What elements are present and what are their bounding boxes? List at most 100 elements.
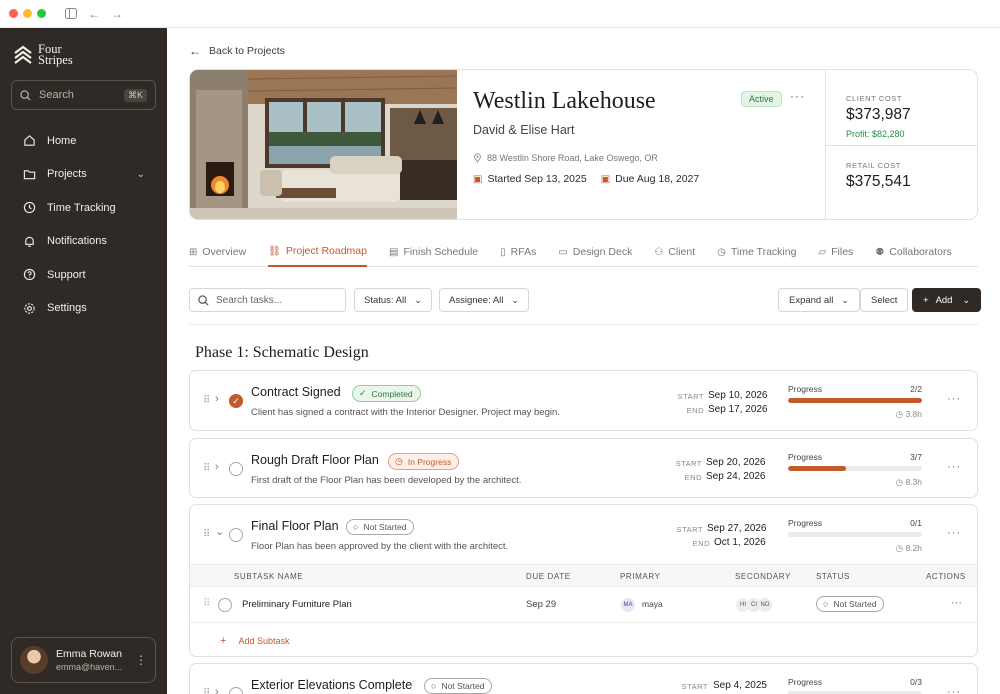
task-checkbox[interactable] bbox=[229, 462, 243, 476]
search-label: Search bbox=[39, 89, 74, 101]
task-name: Rough Draft Floor Plan bbox=[251, 453, 379, 467]
chevron-down-icon[interactable]: ⌄ bbox=[215, 525, 224, 538]
calendar-icon: ▣ bbox=[473, 173, 483, 185]
start-label: START bbox=[675, 459, 702, 468]
tab-files[interactable]: ▱ Files bbox=[818, 237, 853, 267]
drag-handle-icon[interactable]: ⠿ bbox=[203, 463, 210, 474]
expand-all-button[interactable]: Expand all ⌄ bbox=[778, 288, 860, 312]
sidebar-toggle-icon[interactable] bbox=[65, 8, 77, 19]
task-row[interactable]: ⠿ › Rough Draft Floor Plan ◷ In Progress … bbox=[190, 439, 977, 497]
more-options-icon[interactable]: ··· bbox=[947, 686, 961, 694]
sidebar-search[interactable]: Search ⌘K bbox=[11, 80, 156, 110]
roadmap-icon: ⛓ bbox=[268, 245, 281, 257]
calendar-icon: ▣ bbox=[600, 173, 611, 185]
close-window-button[interactable] bbox=[9, 9, 18, 18]
minimize-window-button[interactable] bbox=[23, 9, 32, 18]
add-button[interactable]: + Add ⌄ bbox=[912, 288, 982, 312]
circle-icon: ○ bbox=[353, 522, 359, 532]
status-filter-dropdown[interactable]: Status: All ⌄ bbox=[354, 288, 432, 312]
subtask-row[interactable]: ⠿ Preliminary Furniture Plan Sep 29 MA m… bbox=[190, 586, 977, 622]
back-arrow-icon[interactable]: ← bbox=[88, 7, 100, 21]
users-icon: ⚉ bbox=[875, 246, 885, 258]
sidebar-item-projects[interactable]: Projects ⌄ bbox=[0, 158, 167, 192]
search-shortcut: ⌘K bbox=[123, 88, 147, 102]
sidebar: Four Stripes Search ⌘K Home Projects ⌄ T… bbox=[0, 28, 167, 694]
progress-count: 0/1 bbox=[910, 518, 922, 528]
tab-rfas[interactable]: ▯ RFAs bbox=[500, 237, 536, 267]
chevron-right-icon[interactable]: › bbox=[215, 393, 219, 405]
task-checkbox[interactable] bbox=[229, 528, 243, 542]
status-badge: Active bbox=[741, 91, 782, 107]
sidebar-item-settings[interactable]: Settings bbox=[0, 292, 167, 326]
chevron-right-icon[interactable]: › bbox=[215, 686, 219, 694]
logo[interactable]: Four Stripes bbox=[13, 42, 73, 67]
sidebar-item-time-tracking[interactable]: Time Tracking bbox=[0, 191, 167, 225]
column-header-subtask-name: SUBTASK NAME bbox=[234, 572, 304, 581]
more-options-icon[interactable]: ··· bbox=[947, 461, 961, 473]
more-options-icon[interactable]: ··· bbox=[947, 527, 961, 539]
task-checkbox[interactable] bbox=[229, 687, 243, 694]
monitor-icon: ▭ bbox=[558, 246, 568, 258]
tab-collaborators[interactable]: ⚉ Collaborators bbox=[875, 237, 951, 267]
home-icon bbox=[22, 134, 36, 148]
more-options-icon[interactable]: ··· bbox=[790, 89, 805, 103]
more-options-icon[interactable]: ··· bbox=[951, 597, 962, 609]
chevron-right-icon[interactable]: › bbox=[215, 461, 219, 473]
clock-icon: ◷ bbox=[717, 246, 726, 258]
status-badge[interactable]: ○ Not Started bbox=[816, 596, 885, 612]
task-card: ⠿ › ✓ Contract Signed ✓ Completed Client … bbox=[189, 370, 978, 431]
progress-bar bbox=[788, 532, 922, 537]
task-row[interactable]: ⠿ › ✓ Contract Signed ✓ Completed Client … bbox=[190, 371, 977, 430]
progress-count: 3/7 bbox=[910, 452, 922, 462]
tab-overview[interactable]: ⊞ Overview bbox=[189, 237, 246, 267]
clock-icon bbox=[22, 201, 36, 215]
start-date: Sep 4, 2025 bbox=[713, 680, 767, 691]
sidebar-item-support[interactable]: Support bbox=[0, 258, 167, 292]
drag-handle-icon[interactable]: ⠿ bbox=[203, 688, 210, 694]
task-row[interactable]: ⠿ › Exterior Elevations Complete ○ Not St… bbox=[190, 664, 977, 694]
grid-icon: ⊞ bbox=[189, 246, 198, 258]
task-search-input[interactable]: Search tasks... bbox=[189, 288, 346, 312]
task-description: First draft of the Floor Plan has been d… bbox=[251, 475, 522, 486]
forward-arrow-icon[interactable]: → bbox=[111, 7, 123, 21]
task-card: ⠿ › Exterior Elevations Complete ○ Not St… bbox=[189, 663, 978, 694]
drag-handle-icon[interactable]: ⠿ bbox=[203, 529, 210, 540]
tab-client[interactable]: ⚇ Client bbox=[654, 237, 695, 267]
chevron-down-icon[interactable]: ⌄ bbox=[137, 169, 145, 180]
tab-design-deck[interactable]: ▭ Design Deck bbox=[558, 237, 632, 267]
select-button[interactable]: Select bbox=[860, 288, 909, 312]
tab-project-roadmap[interactable]: ⛓ Project Roadmap bbox=[268, 237, 367, 267]
arrow-left-icon: ← bbox=[189, 44, 201, 58]
folder-icon: ▱ bbox=[818, 246, 827, 258]
subtask-due-date: Sep 29 bbox=[526, 599, 557, 610]
more-options-icon[interactable]: ··· bbox=[947, 393, 961, 405]
task-card: ⠿ › Rough Draft Floor Plan ◷ In Progress … bbox=[189, 438, 978, 498]
sidebar-item-notifications[interactable]: Notifications bbox=[0, 225, 167, 259]
project-address: 88 Westlin Shore Road, Lake Oswego, OR bbox=[473, 153, 658, 163]
user-name: Emma Rowan bbox=[56, 648, 122, 660]
user-card[interactable]: Emma Rowan emma@haven... ⋮ bbox=[11, 637, 156, 683]
task-row[interactable]: ⠿ ⌄ Final Floor Plan ○ Not Started Floor … bbox=[190, 505, 977, 564]
more-vertical-icon[interactable]: ⋮ bbox=[135, 653, 147, 667]
tab-finish-schedule[interactable]: ▤ Finish Schedule bbox=[389, 237, 478, 267]
check-icon: ✓ bbox=[232, 395, 240, 406]
tab-time-tracking[interactable]: ◷ Time Tracking bbox=[717, 237, 796, 267]
logo-text: Four Stripes bbox=[38, 42, 73, 67]
project-dates: ▣ Started Sep 13, 2025 ▣ Due Aug 18, 202… bbox=[473, 173, 699, 185]
project-due-date: Due Aug 18, 2027 bbox=[615, 173, 700, 185]
check-circle-icon: ✓ bbox=[359, 388, 367, 398]
assignee-filter-dropdown[interactable]: Assignee: All ⌄ bbox=[439, 288, 529, 312]
progress-fill bbox=[788, 466, 846, 471]
start-date: Sep 27, 2026 bbox=[707, 523, 767, 534]
add-subtask-row: + Add Subtask bbox=[190, 622, 977, 655]
end-label: END bbox=[686, 406, 704, 415]
add-subtask-button[interactable]: + Add Subtask bbox=[220, 635, 289, 647]
back-to-projects-link[interactable]: ← Back to Projects bbox=[189, 44, 285, 58]
drag-handle-icon[interactable]: ⠿ bbox=[203, 395, 210, 406]
task-checkbox[interactable]: ✓ bbox=[229, 394, 243, 408]
sidebar-item-home[interactable]: Home bbox=[0, 124, 167, 158]
drag-handle-icon[interactable]: ⠿ bbox=[203, 598, 210, 609]
clipboard-icon: ▤ bbox=[388, 246, 399, 258]
subtask-checkbox[interactable] bbox=[218, 598, 232, 612]
maximize-window-button[interactable] bbox=[37, 9, 46, 18]
